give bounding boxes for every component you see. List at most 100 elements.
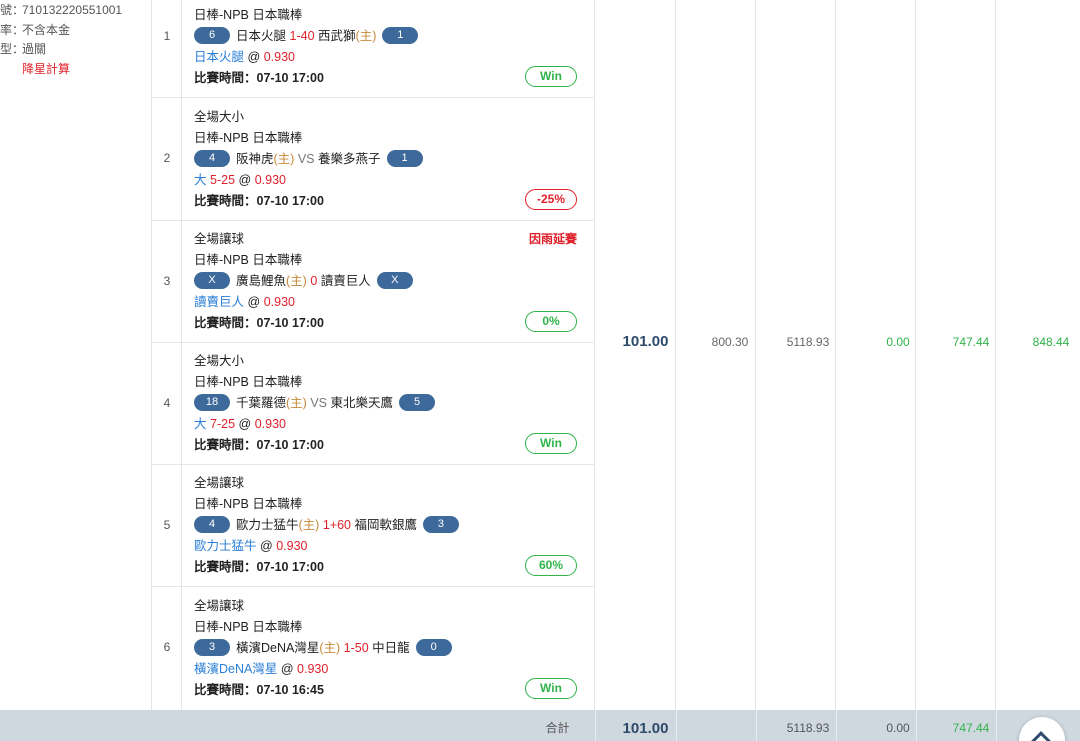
match-time-value: 07-10 17:00 [256, 438, 324, 452]
handicap: 7-25 [210, 417, 236, 431]
home-team: 千葉羅德 [236, 396, 287, 410]
odds-type: 率：不含本金 [0, 21, 70, 38]
at-sign: @ [280, 662, 294, 676]
col2-column [676, 0, 756, 710]
bet-index: 4 [163, 396, 171, 410]
footer-divider [996, 710, 997, 741]
handicap: 1+60 [322, 518, 351, 532]
col3-value: 5118.93 [786, 335, 830, 349]
bet-index: 5 [163, 518, 171, 532]
handicap: 1-50 [343, 641, 369, 655]
col6-value: 848.44 [1032, 335, 1070, 349]
col4-value: 0.00 [886, 335, 910, 349]
pick: 歐力士猛牛 [194, 539, 257, 553]
row-divider [152, 464, 595, 465]
match-time: 比賽時間：07-10 17:00 -25% [194, 189, 586, 212]
odds: 0.930 [254, 417, 286, 431]
result-badge: Win [525, 433, 577, 454]
downgrade-calc-link[interactable]: 降星計算 [22, 60, 70, 77]
matchup: 6 日本火腿 1-40 西武獅(主) 1 [194, 26, 586, 47]
total-col4: 0.00 [886, 721, 910, 735]
pick-line: 橫濱DeNA灣星 @ 0.930 [194, 659, 586, 680]
away-team: 西武獅 [318, 29, 356, 43]
stake-value: 101.00 [622, 333, 669, 350]
bet-type-key: 型： [0, 42, 25, 56]
odds: 0.930 [297, 662, 329, 676]
home-score-pill: 6 [194, 27, 230, 45]
bet-type-name: 全場大小 [194, 110, 245, 124]
home-mark: (主) [355, 29, 377, 43]
matchup: 4 歐力士猛牛(主) 1+60 福岡軟銀鷹 3 [194, 515, 586, 536]
bet-type-name: 全場讓球 因雨延賽 [194, 229, 586, 250]
away-team: 東北樂天鷹 [330, 396, 394, 410]
away-score-pill: 1 [386, 150, 423, 168]
pick-line: 大 7-25 @ 0.930 [194, 414, 586, 435]
home-score-pill: 4 [194, 150, 230, 168]
col4-column [836, 0, 916, 710]
total-stake: 101.00 [622, 720, 669, 737]
handicap: 1-40 [289, 29, 315, 43]
odds-type-key: 率： [0, 23, 25, 37]
pick: 橫濱DeNA灣星 [194, 662, 278, 676]
bet-type: 型：過關 [0, 40, 46, 57]
match-time-label: 比賽時間： [194, 194, 257, 208]
bet-index: 1 [163, 29, 171, 43]
home-score-pill: 18 [194, 394, 230, 412]
ticket-number: 號：710132220551001 [0, 1, 122, 18]
result-badge: Win [525, 66, 577, 87]
away-score-pill: 0 [415, 639, 452, 657]
bet-index: 6 [163, 640, 171, 654]
pick-line: 讀賣巨人 @ 0.930 [194, 292, 586, 313]
col5-column [916, 0, 996, 710]
ticket-number-key: 號： [0, 3, 25, 17]
total-row: 合計 101.00 5118.93 0.00 747.44 [0, 710, 1080, 741]
home-team: 阪神虎 [236, 152, 274, 166]
bet-item: 日棒-NPB 日本職棒 6 日本火腿 1-40 西武獅(主) 1 日本火腿 @ 0.… [194, 5, 586, 89]
home-team: 廣島鯉魚 [236, 274, 287, 288]
away-team: 養樂多燕子 [318, 152, 381, 166]
away-score-pill: X [376, 272, 413, 290]
bet-type-name: 全場大小 [194, 354, 245, 368]
handicap: 0 [310, 274, 318, 288]
away-score-pill: 1 [382, 27, 419, 45]
ticket-number-value: 710132220551001 [22, 3, 123, 17]
home-team: 日本火腿 [236, 29, 287, 43]
home-score-pill: 4 [194, 516, 230, 534]
bet-item: 全場讓球 因雨延賽 日棒-NPB 日本職棒 X 廣島鯉魚(主) 0 讀賣巨人 X 讀… [194, 229, 586, 334]
home-mark: (主) [286, 396, 307, 410]
match-time-value: 07-10 17:00 [256, 316, 324, 330]
row-divider [152, 342, 595, 343]
footer-divider [756, 710, 757, 741]
row-divider [152, 586, 595, 587]
col3-column [756, 0, 836, 710]
at-sign: @ [260, 539, 273, 553]
matchup: 18 千葉羅德(主) VS 東北樂天鷹 5 [194, 393, 586, 414]
bet-item: 全場大小 日棒-NPB 日本職棒 18 千葉羅德(主) VS 東北樂天鷹 5 大 7… [194, 351, 586, 456]
home-team: 歐力士猛牛 [236, 518, 299, 532]
odds: 0.930 [254, 173, 286, 187]
pick-line: 大 5-25 @ 0.930 [194, 170, 586, 191]
bet-index: 2 [163, 151, 171, 165]
result-badge: 60% [525, 555, 577, 576]
chevron-up-icon [1031, 731, 1051, 741]
matchup: 4 阪神虎(主) VS 養樂多燕子 1 [194, 149, 586, 170]
league-name: 日棒-NPB 日本職棒 [194, 375, 303, 389]
result-badge: -25% [525, 189, 577, 210]
league-name: 日棒-NPB 日本職棒 [194, 620, 303, 634]
match-time: 比賽時間：07-10 17:00 Win [194, 66, 586, 89]
index-column [152, 0, 182, 710]
match-time-label: 比賽時間： [194, 71, 257, 85]
at-sign: @ [238, 173, 252, 187]
away-team: 中日龍 [372, 641, 410, 655]
match-time-value: 07-10 17:00 [256, 560, 324, 574]
match-time: 比賽時間：07-10 17:00 60% [194, 555, 586, 578]
match-time: 比賽時間：07-10 16:45 Win [194, 678, 586, 701]
pick: 大 [194, 173, 207, 187]
ticket-info-panel: 號：710132220551001 率：不含本金 型：過關 降星計算 [0, 0, 152, 710]
away-score-pill: 3 [422, 516, 459, 534]
away-team: 福岡軟銀鷹 [354, 518, 417, 532]
status-label: 因雨延賽 [528, 232, 577, 246]
odds: 0.930 [276, 539, 308, 553]
match-time-value: 07-10 16:45 [256, 683, 324, 697]
total-label: 合計 [545, 721, 570, 735]
